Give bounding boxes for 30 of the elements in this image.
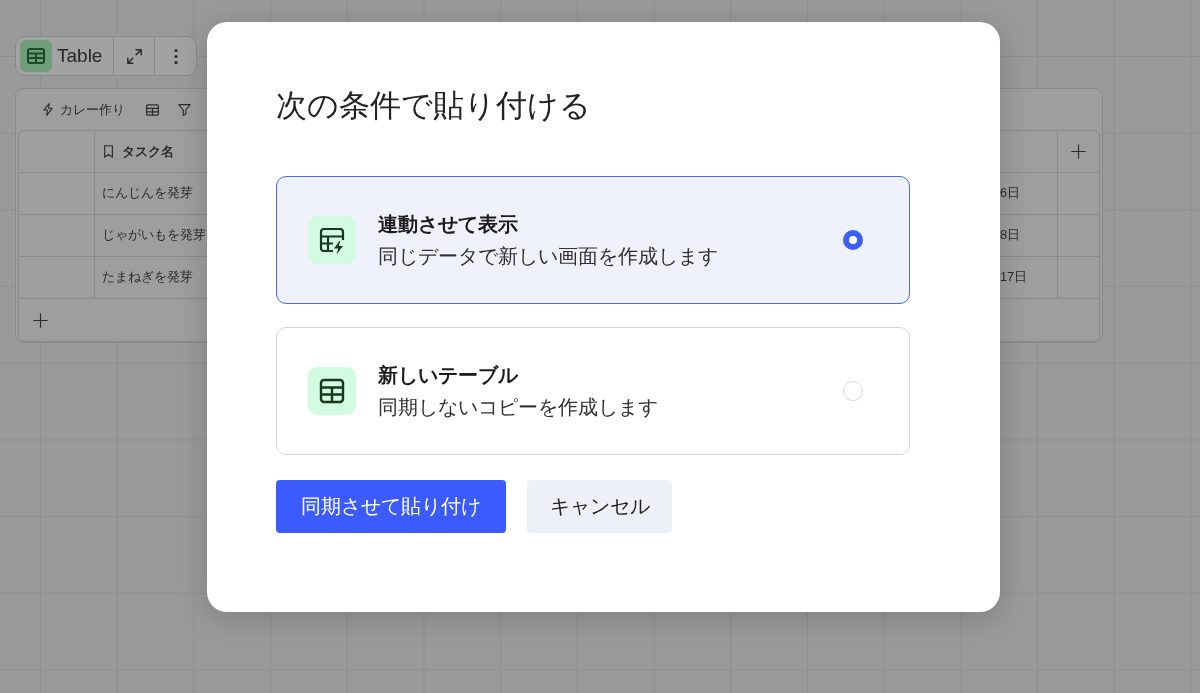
cell-text: 17日 [1000, 269, 1028, 286]
cancel-button[interactable]: キャンセル [527, 480, 672, 533]
cell-text: 8日 [1000, 227, 1021, 244]
column-header[interactable]: タスク名 [122, 142, 174, 161]
task-name: にんじんを発芽 [102, 185, 193, 202]
option-card[interactable]: 新しいテーブル 同期しないコピーを作成します [276, 327, 910, 455]
more-icon [173, 47, 178, 65]
option-description: 同じデータで新しい画面を作成します [378, 244, 719, 269]
option-description: 同期しないコピーを作成します [378, 395, 659, 420]
add-row-icon[interactable] [33, 312, 48, 328]
expand-icon [126, 48, 142, 64]
dialog-title: 次の条件で貼り付ける [276, 87, 592, 125]
bolt-icon [43, 103, 53, 116]
option-card[interactable]: 連動させて表示 同じデータで新しい画面を作成します [276, 176, 910, 304]
add-column-icon[interactable] [1071, 144, 1086, 159]
view-title: Table [57, 44, 103, 68]
paste-button[interactable]: 同期させて貼り付け [276, 480, 506, 533]
radio-button[interactable] [843, 230, 863, 250]
filter-icon[interactable] [178, 103, 191, 116]
task-name: じゃがいもを発芽 [102, 227, 206, 244]
option-title: 連動させて表示 [378, 212, 519, 237]
bookmark-icon [104, 145, 113, 158]
table-icon [308, 367, 356, 415]
task-name: たまねぎを発芽 [102, 269, 193, 286]
table-bolt-icon [308, 216, 356, 264]
table-icon[interactable] [20, 40, 52, 72]
cell-text: 6日 [1000, 185, 1021, 202]
table-icon[interactable] [146, 103, 159, 116]
option-title: 新しいテーブル [378, 363, 520, 388]
automation-button[interactable]: カレー作り [43, 101, 125, 118]
